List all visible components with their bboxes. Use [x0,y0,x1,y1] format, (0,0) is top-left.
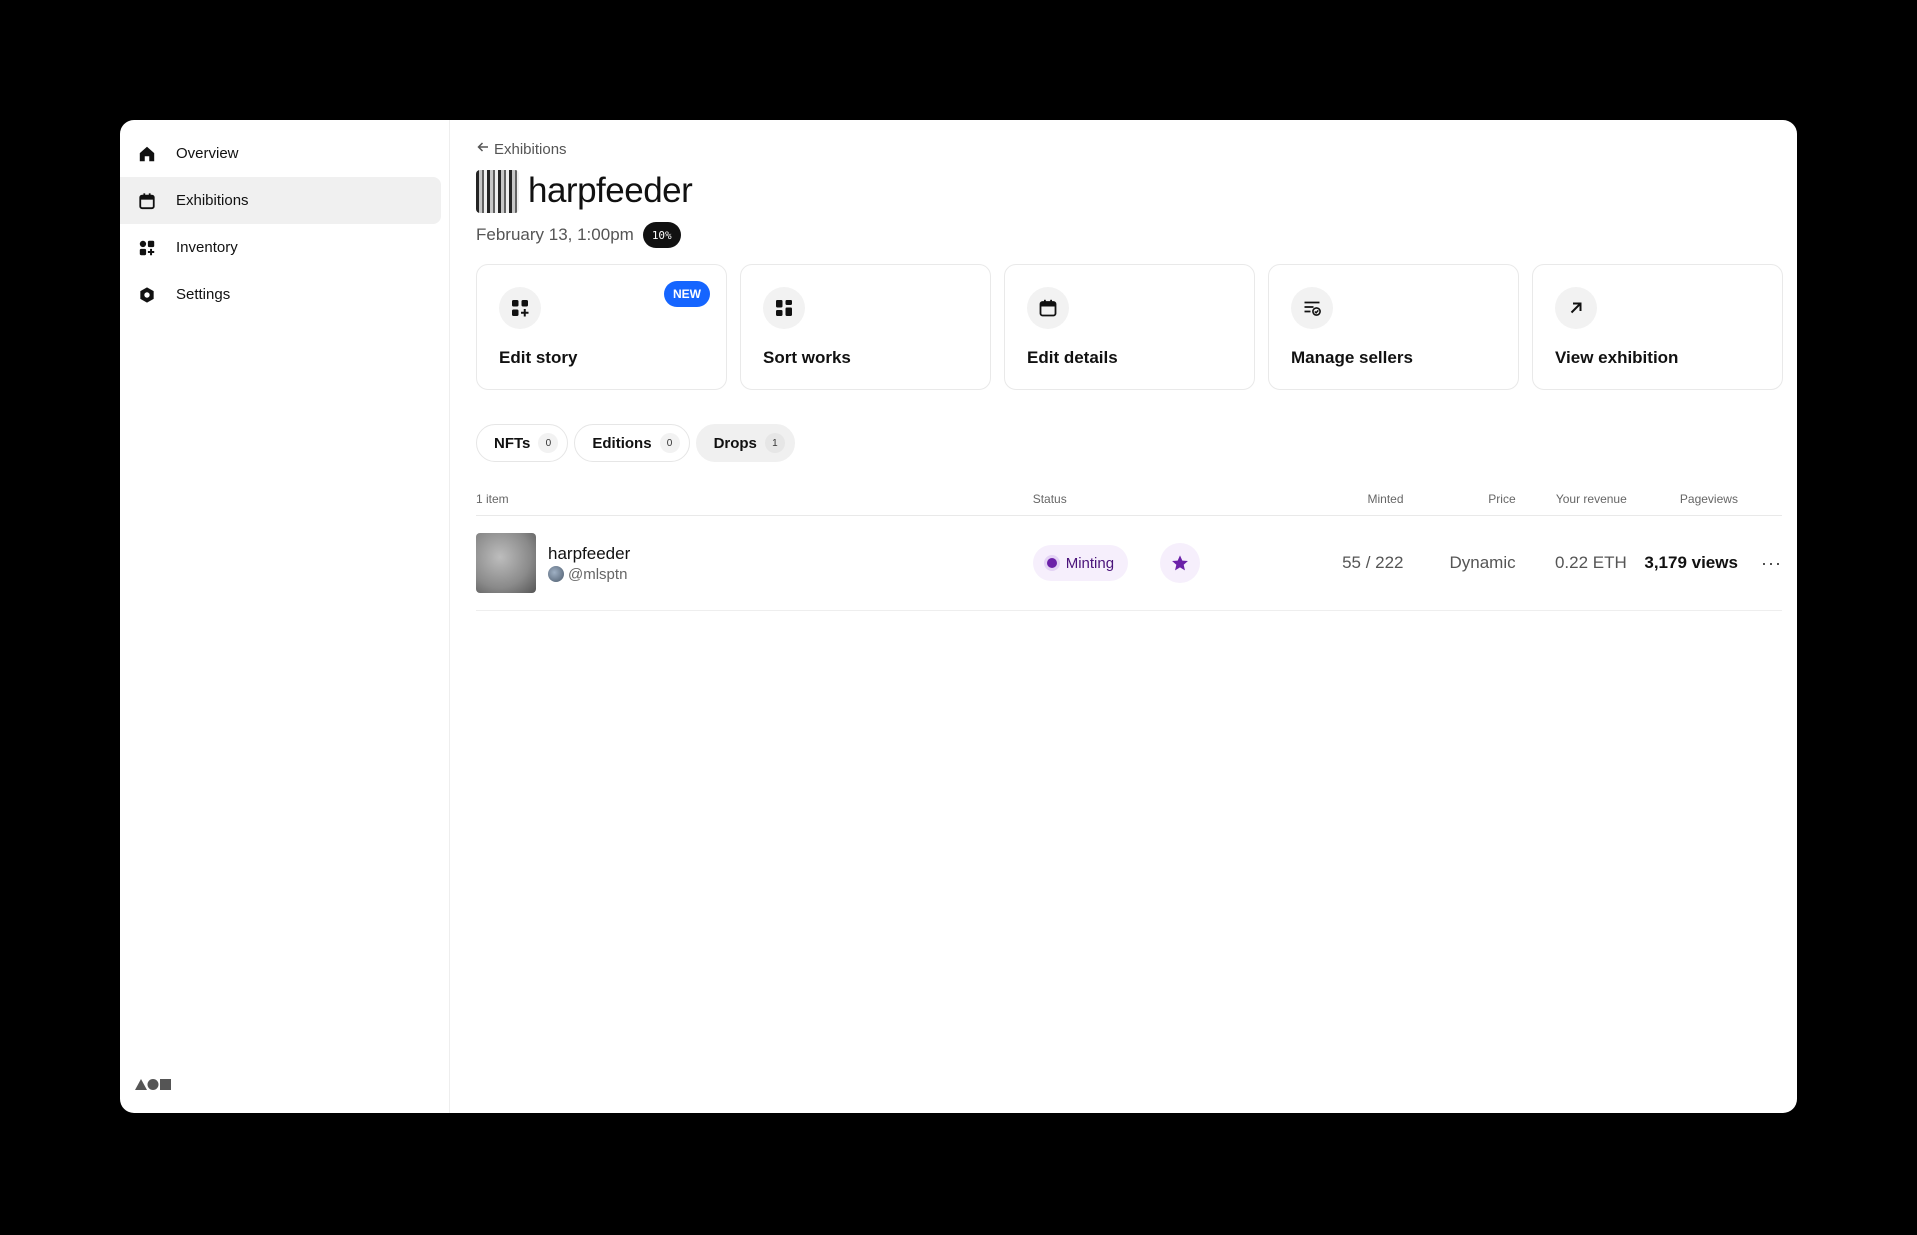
calendar-icon [1027,287,1069,329]
more-options-icon[interactable]: ··· [1761,553,1782,573]
feature-star-button[interactable] [1160,543,1201,583]
meta-row: February 13, 1:00pm 10% [476,221,1783,249]
card-label: Manage sellers [1291,348,1413,367]
tab-nfts[interactable]: NFTs 0 [476,424,569,462]
new-badge: NEW [664,281,710,307]
tab-drops[interactable]: Drops 1 [695,424,795,462]
exhibition-date: February 13, 1:00pm [476,225,634,244]
manage-sellers-card[interactable]: Manage sellers [1268,264,1519,390]
view-exhibition-card[interactable]: View exhibition [1532,264,1783,390]
back-link[interactable]: Exhibitions [476,138,1783,160]
grid-icon [763,287,805,329]
status-dot-icon [1046,558,1057,568]
table-row[interactable]: harpfeeder @mlsptn Minting 55 / 222 Dyna… [476,516,1782,611]
exhibition-thumbnail [476,169,519,213]
status-cell: Minting [1032,543,1297,583]
sidebar-item-label: Exhibitions [176,192,249,209]
add-grid-icon [499,287,541,329]
card-label: Edit story [499,348,578,367]
header-status: Status [1032,491,1067,506]
header-pageviews: Pageviews [1679,491,1738,506]
tab-label: NFTs [494,434,531,452]
tab-count: 1 [764,433,785,453]
arrow-up-right-icon [1555,287,1597,329]
calendar-icon [137,191,157,211]
tab-label: Editions [592,434,652,452]
sidebar-item-exhibitions[interactable]: Exhibitions [120,177,441,224]
sort-works-card[interactable]: Sort works [740,264,991,390]
card-label: Edit details [1027,348,1118,367]
status-label: Minting [1065,554,1115,572]
app-window: Overview Exhibitions Inventory Settings [120,120,1797,1113]
sidebar-item-label: Settings [176,286,231,303]
arrow-left-icon [476,140,490,158]
item-cell: harpfeeder @mlsptn [476,533,1033,593]
table-header: 1 item Status Minted Price Your revenue … [476,482,1782,516]
brand-logo-icon [134,1077,172,1091]
grid-icon [137,238,157,258]
home-icon [137,144,157,164]
avatar [548,566,564,582]
gear-icon [137,285,157,305]
title-row: harpfeeder [476,169,1783,213]
card-label: Sort works [763,348,851,367]
tab-editions[interactable]: Editions 0 [574,424,690,462]
main-content: Exhibitions harpfeeder February 13, 1:00… [450,120,1797,1113]
sidebar-item-overview[interactable]: Overview [120,130,441,177]
action-cards: Edit story NEW Sort works Edit details M… [476,264,1783,390]
back-link-label: Exhibitions [494,140,567,158]
sidebar-item-inventory[interactable]: Inventory [120,224,441,271]
status-badge: Minting [1032,545,1129,581]
minted-value: 55 / 222 [1342,553,1404,572]
tab-count: 0 [659,433,680,453]
pageviews-value: 3,179 views [1644,553,1738,572]
price-value: Dynamic [1449,553,1516,572]
sidebar-item-settings[interactable]: Settings [120,271,441,318]
sidebar: Overview Exhibitions Inventory Settings [120,120,450,1113]
creator-handle: @mlsptn [568,565,628,583]
sidebar-item-label: Inventory [176,239,238,256]
header-revenue: Your revenue [1555,491,1627,506]
sidebar-item-label: Overview [176,145,239,162]
tab-count: 0 [538,433,559,453]
star-icon [1172,555,1188,571]
drops-table: 1 item Status Minted Price Your revenue … [476,482,1782,611]
edit-details-card[interactable]: Edit details [1004,264,1255,390]
header-price: Price [1488,491,1516,506]
revenue-value: 0.22 ETH [1554,553,1627,572]
edit-story-card[interactable]: Edit story NEW [476,264,727,390]
card-label: View exhibition [1555,348,1679,367]
drop-creator[interactable]: @mlsptn [548,566,630,583]
percent-badge: 10% [642,222,681,248]
header-minted: Minted [1367,491,1404,506]
list-check-icon [1291,287,1333,329]
header-item-count: 1 item [476,491,509,506]
page-title: harpfeeder [528,171,693,210]
tab-label: Drops [713,434,757,452]
tab-bar: NFTs 0 Editions 0 Drops 1 [476,424,1783,462]
drop-title: harpfeeder [548,543,631,563]
drop-thumbnail [476,533,536,593]
